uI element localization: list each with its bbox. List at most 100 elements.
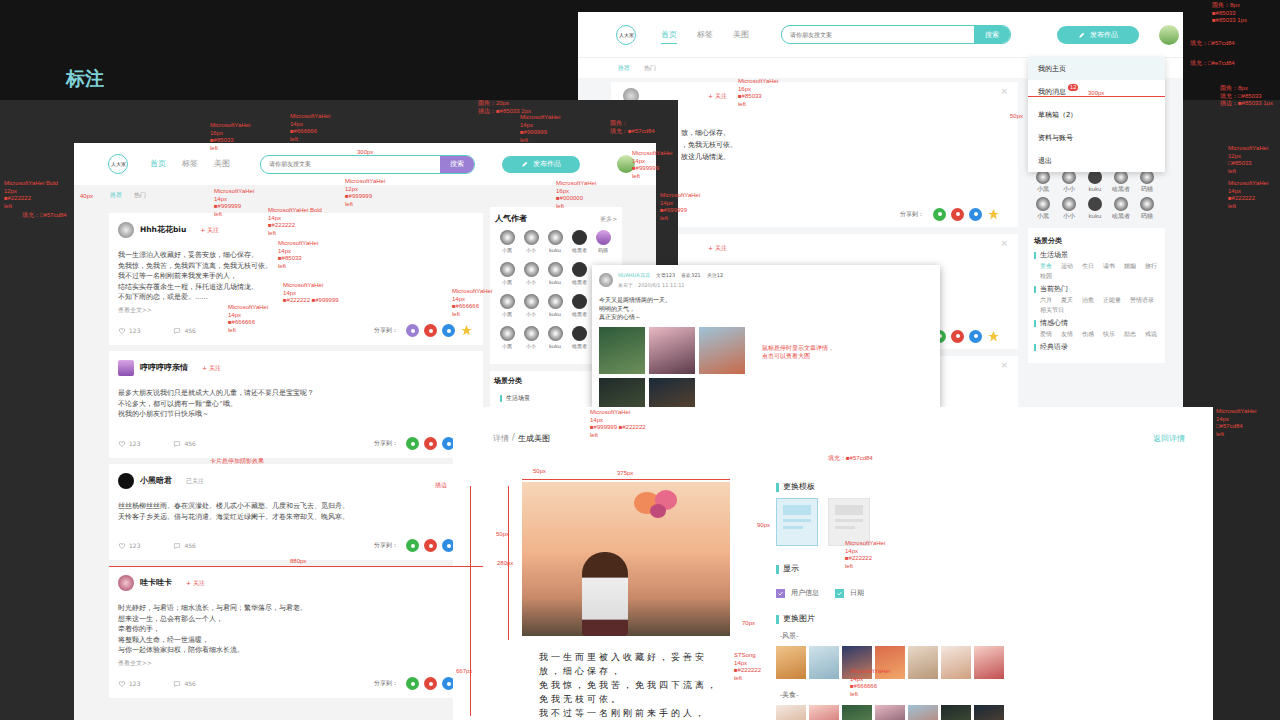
scene-tag[interactable]: 读书 [1103,263,1115,270]
qq-icon[interactable] [969,330,982,343]
author-item[interactable]: 啥黑者 [567,262,591,294]
photo-thumb[interactable] [776,705,806,720]
author-item[interactable]: 小小 [1056,197,1082,220]
menu-item[interactable]: 草稿箱（2） [1028,103,1165,126]
checkbox[interactable] [835,589,844,598]
author-name[interactable]: 哼哼哼哼亲情 [140,363,188,373]
author-item[interactable]: 小小 [519,262,543,294]
photo-thumb[interactable] [809,705,839,720]
nav-tab[interactable]: 美图 [214,159,230,169]
author-item[interactable]: kuku [543,326,567,358]
photo-thumb[interactable] [599,327,645,374]
scene-tag[interactable]: 运动 [1061,263,1073,270]
search-button[interactable]: 搜索 [440,156,474,173]
menu-item[interactable]: 我的主页 [1028,57,1165,80]
follow-button[interactable]: + 关注 [708,92,727,101]
nav-tab[interactable]: 标签 [697,26,713,44]
author-item[interactable]: 小黑 [495,230,519,262]
more-link[interactable]: 更多> [600,216,617,223]
weibo-icon[interactable] [424,437,437,450]
back-link[interactable]: 返回详情 [1153,433,1185,444]
read-more-link[interactable]: 查看全文>> [118,306,473,315]
scene-tag[interactable]: 快乐 [1103,331,1115,338]
qq-icon[interactable] [442,324,455,337]
subnav-tab[interactable]: 推荐 [110,191,122,200]
author-item[interactable]: 啥黑者 [1108,170,1134,193]
close-button[interactable]: × [1000,86,1008,96]
wechat-icon[interactable] [406,324,419,337]
author-item[interactable]: 码猫 [591,230,615,262]
wechat-icon[interactable] [406,437,419,450]
scene-tag[interactable]: 友情 [1061,331,1073,338]
scene-tag[interactable]: 正能量 [1103,297,1121,304]
author-item[interactable]: 小黑 [495,326,519,358]
scene-tag[interactable]: 美食 [1040,263,1052,270]
photo-thumb[interactable] [649,327,695,374]
photo-thumb[interactable] [599,378,645,409]
template-thumb[interactable] [776,498,818,546]
photo-thumb[interactable] [875,705,905,720]
author-item[interactable]: kuku [543,294,567,326]
scene-tag[interactable]: 治愈 [1082,297,1094,304]
menu-item[interactable]: 资料与账号 [1028,126,1165,149]
author-item[interactable]: 小黑 [495,262,519,294]
option-item[interactable]: 日期 [835,588,864,598]
photo-thumb[interactable] [842,646,872,679]
author-item[interactable]: 小小 [519,230,543,262]
photo-thumb[interactable] [974,705,1004,720]
search-button[interactable]: 搜索 [974,26,1010,43]
photo-thumb[interactable] [941,646,971,679]
scene-tag[interactable]: 婚姻 [1124,263,1136,270]
author-item[interactable]: kuku [1082,170,1108,193]
publish-button[interactable]: 发布作品 [502,156,580,173]
photo-thumb[interactable] [699,327,745,374]
author-item[interactable]: 啥黑者 [1108,197,1134,220]
author-item[interactable]: kuku [543,230,567,262]
crumb-item[interactable]: 详情 [493,433,509,444]
author-item[interactable]: 小小 [519,326,543,358]
photo-thumb[interactable] [649,378,695,409]
subnav-tab[interactable]: 热门 [134,191,146,200]
scene-tag[interactable]: 校园 [1040,273,1052,280]
scene-tag[interactable]: 戏说 [1145,331,1157,338]
search-input[interactable] [261,156,440,173]
search-input[interactable] [782,26,974,43]
author-item[interactable]: kuku [543,262,567,294]
author-item[interactable]: 啥黑者 [567,294,591,326]
follow-button[interactable]: + 关注 [708,244,727,253]
follow-button[interactable]: 已关注 [186,477,204,486]
author-name[interactable]: Hhh花花biu [140,225,186,235]
author-name[interactable]: 哇卡哇卡 [140,578,172,588]
checkbox[interactable] [776,589,785,598]
author-item[interactable]: 小小 [519,294,543,326]
weibo-icon[interactable] [424,539,437,552]
author-item[interactable]: 啥黑者 [567,326,591,358]
nav-tab[interactable]: 首页 [661,26,677,44]
star-icon[interactable] [987,330,1000,343]
scene-tag[interactable]: 爱情 [1040,331,1052,338]
photo-thumb[interactable] [809,646,839,679]
scene-tag[interactable]: 生日 [1082,263,1094,270]
author-item[interactable]: 小黑 [1030,197,1056,220]
subnav-tab[interactable]: 热门 [644,64,656,73]
author-item[interactable]: kuku [1082,197,1108,220]
nav-tab[interactable]: 标签 [182,159,198,169]
menu-item[interactable]: 退出 [1028,149,1165,172]
publish-button[interactable]: 发布作品 [1057,26,1139,44]
subnav-tab[interactable]: 推荐 [618,64,630,73]
close-button[interactable]: × [1000,360,1008,370]
scene-tag[interactable]: 旅行 [1145,263,1157,270]
qq-icon[interactable] [969,208,982,221]
photo-thumb[interactable] [908,705,938,720]
nav-tab[interactable]: 美图 [733,26,749,44]
photo-thumb[interactable] [941,705,971,720]
wechat-icon[interactable] [933,208,946,221]
author-item[interactable]: 小小 [1056,170,1082,193]
photo-thumb[interactable] [842,705,872,720]
scene-tag[interactable]: 相关节日 [1040,307,1064,314]
follow-button[interactable]: + 关注 [202,364,221,373]
read-more-link[interactable]: 查看全文>> [118,659,473,668]
scene-tag[interactable]: 励志 [1124,331,1136,338]
author-item[interactable]: 码猫 [1134,170,1160,193]
photo-thumb[interactable] [776,646,806,679]
